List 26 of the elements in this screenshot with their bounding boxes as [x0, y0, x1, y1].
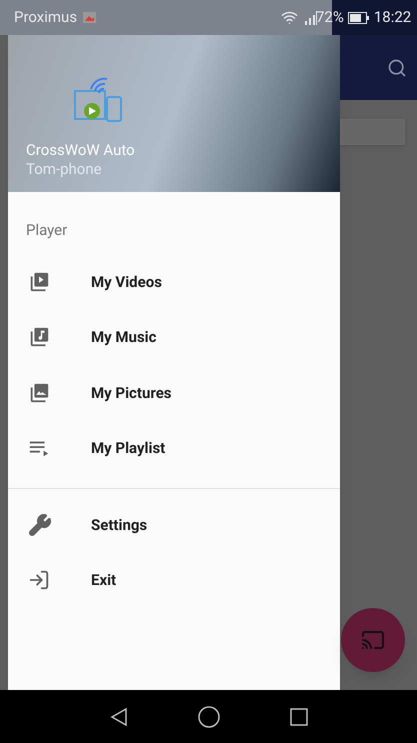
- cast-icon: [361, 628, 385, 652]
- menu-item[interactable]: My Videos: [8, 254, 340, 310]
- signal-icon: [304, 10, 318, 24]
- clock: 18:22: [374, 7, 412, 28]
- card-background: [340, 119, 405, 145]
- menu-item[interactable]: My Pictures: [8, 365, 340, 420]
- wrench-icon: [28, 512, 52, 537]
- battery-icon: [348, 12, 370, 24]
- recents-icon[interactable]: [290, 708, 308, 726]
- notification-icon: [83, 12, 96, 23]
- menu-item[interactable]: My Music: [8, 310, 340, 365]
- music-library-icon: [28, 326, 50, 348]
- menu-item[interactable]: Exit: [8, 552, 340, 608]
- photo-library-icon: [28, 382, 50, 404]
- search-icon[interactable]: [387, 58, 407, 78]
- device-name: Tom-phone: [26, 160, 103, 178]
- back-icon[interactable]: [110, 706, 128, 726]
- home-icon[interactable]: [198, 706, 220, 728]
- app-name: CrossWoW Auto: [26, 141, 136, 160]
- menu-item[interactable]: Settings: [8, 497, 340, 552]
- carrier-name: Proximus: [14, 7, 78, 28]
- wifi-icon: [281, 9, 298, 26]
- menu-item[interactable]: My Playlist: [8, 420, 340, 476]
- section-header: Player: [25, 220, 68, 241]
- exit-icon: [28, 569, 50, 592]
- video-library-icon: [28, 270, 50, 293]
